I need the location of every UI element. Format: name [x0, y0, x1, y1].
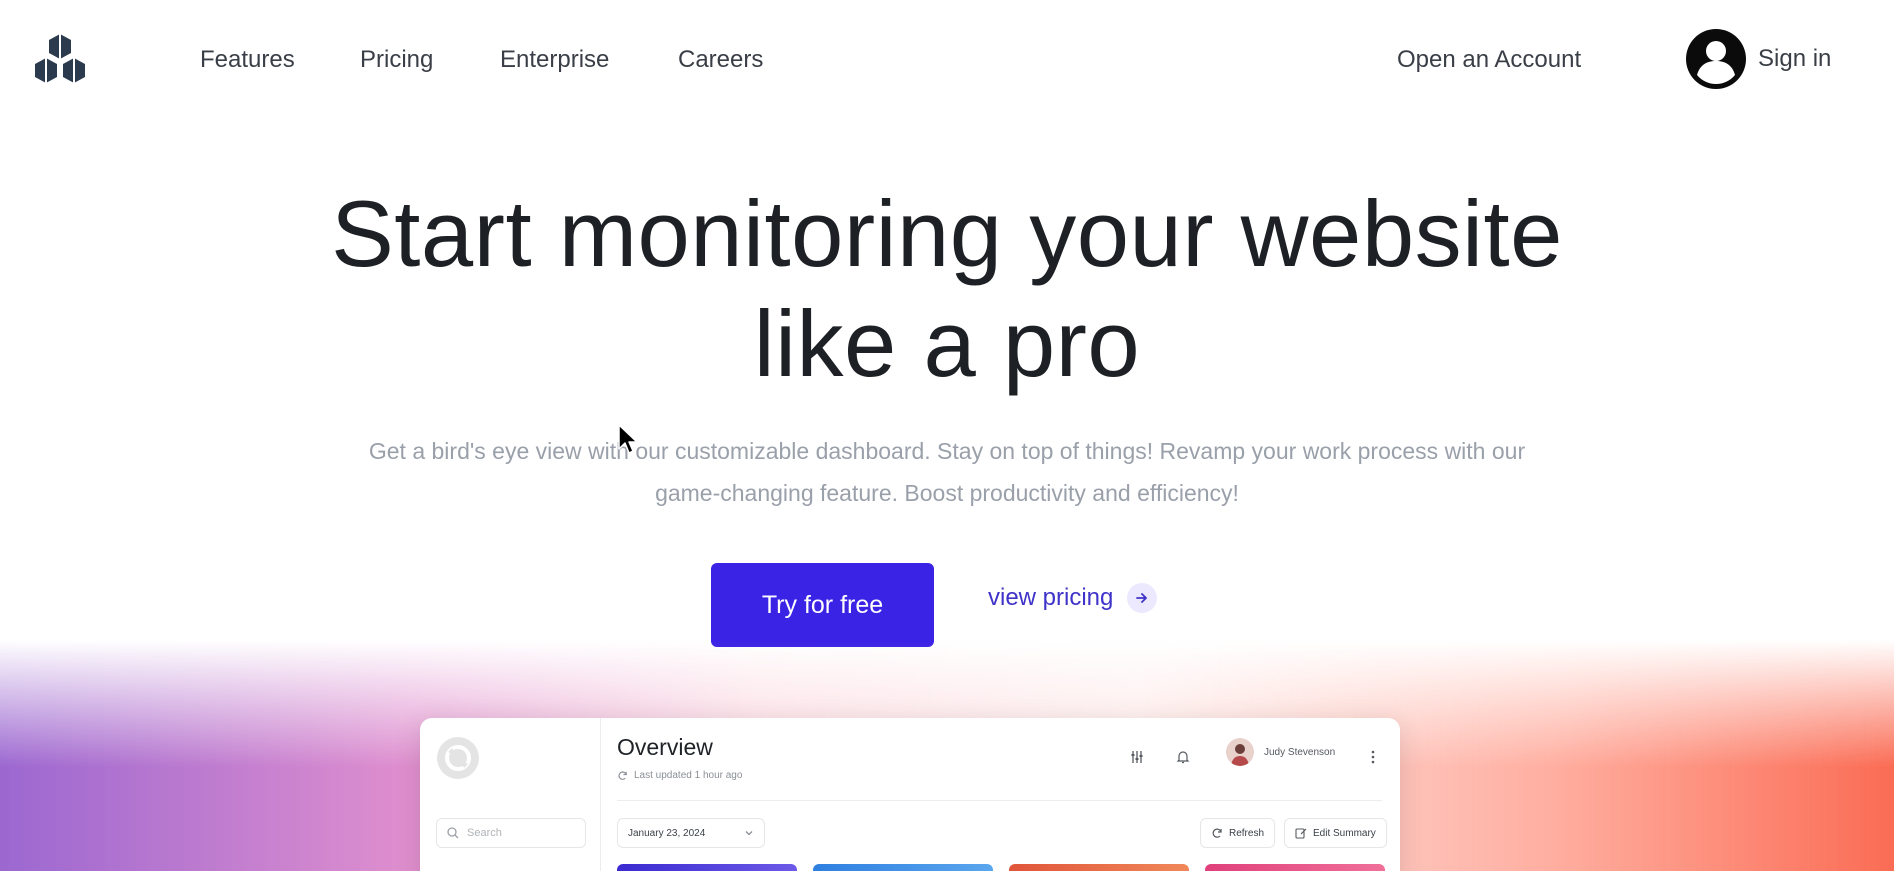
open-account-link[interactable]: Open an Account: [1397, 45, 1581, 75]
edit-icon: [1295, 828, 1307, 839]
more-vertical-icon[interactable]: [1362, 746, 1384, 768]
nav-link-pricing[interactable]: Pricing: [360, 45, 433, 75]
refresh-button[interactable]: Refresh: [1200, 818, 1276, 848]
logo-icon[interactable]: [28, 28, 92, 92]
sign-in-button[interactable]: Sign in: [1686, 28, 1831, 90]
edit-summary-button[interactable]: Edit Summary: [1284, 818, 1387, 848]
nav-link-features[interactable]: Features: [200, 45, 295, 75]
user-photo: [1226, 738, 1254, 766]
date-value: January 23, 2024: [628, 827, 706, 839]
mouse-pointer-icon: [618, 424, 638, 454]
view-pricing-link[interactable]: view pricing: [988, 580, 1158, 616]
card-strip-4: [1205, 864, 1385, 871]
edit-summary-label: Edit Summary: [1313, 827, 1376, 839]
hero-title-line1: Start monitoring your website: [331, 181, 1563, 286]
hero-subtitle: Get a bird's eye view with our customiza…: [290, 430, 1604, 514]
nav-link-enterprise[interactable]: Enterprise: [500, 45, 609, 75]
dashboard-search-placeholder: Search: [467, 827, 502, 839]
last-updated-text: Last updated 1 hour ago: [634, 770, 743, 781]
hero-subtitle-line2: game-changing feature. Boost productivit…: [655, 480, 1239, 506]
sliders-icon[interactable]: [1126, 746, 1148, 768]
refresh-icon: [437, 737, 479, 779]
hero-subtitle-line1: Get a bird's eye view with our customiza…: [368, 438, 1526, 464]
refresh-small-icon: [618, 771, 627, 780]
card-strip-3: [1009, 864, 1189, 871]
user-name: Judy Stevenson: [1264, 746, 1336, 758]
view-pricing-label: view pricing: [988, 584, 1114, 611]
sign-in-label: Sign in: [1758, 45, 1832, 72]
refresh-label: Refresh: [1229, 827, 1265, 839]
dashboard-sidebar: Search: [420, 718, 601, 871]
dashboard-preview: Search Overview Last updated 1 hour ago: [420, 718, 1400, 871]
user-avatar-icon: [1686, 29, 1746, 89]
arrow-right-icon: [1127, 583, 1158, 613]
card-strip-1: [617, 864, 797, 871]
refresh-icon: [1212, 828, 1222, 838]
dashboard-last-updated: Last updated 1 hour ago: [617, 770, 742, 781]
chevron-down-icon: [745, 831, 753, 836]
try-for-free-button[interactable]: Try for free: [711, 563, 934, 647]
date-select[interactable]: January 23, 2024: [617, 818, 765, 848]
card-strip-2: [813, 864, 993, 871]
search-icon: [447, 827, 459, 839]
nav-link-careers[interactable]: Careers: [678, 45, 763, 75]
bell-icon[interactable]: [1172, 746, 1194, 768]
hero-title-line2: like a pro: [753, 291, 1141, 396]
dashboard-title: Overview: [617, 734, 713, 760]
dashboard-search-input[interactable]: Search: [436, 818, 586, 848]
dashboard-user-menu[interactable]: Judy Stevenson: [1226, 738, 1335, 766]
dashboard-divider: [617, 800, 1382, 801]
